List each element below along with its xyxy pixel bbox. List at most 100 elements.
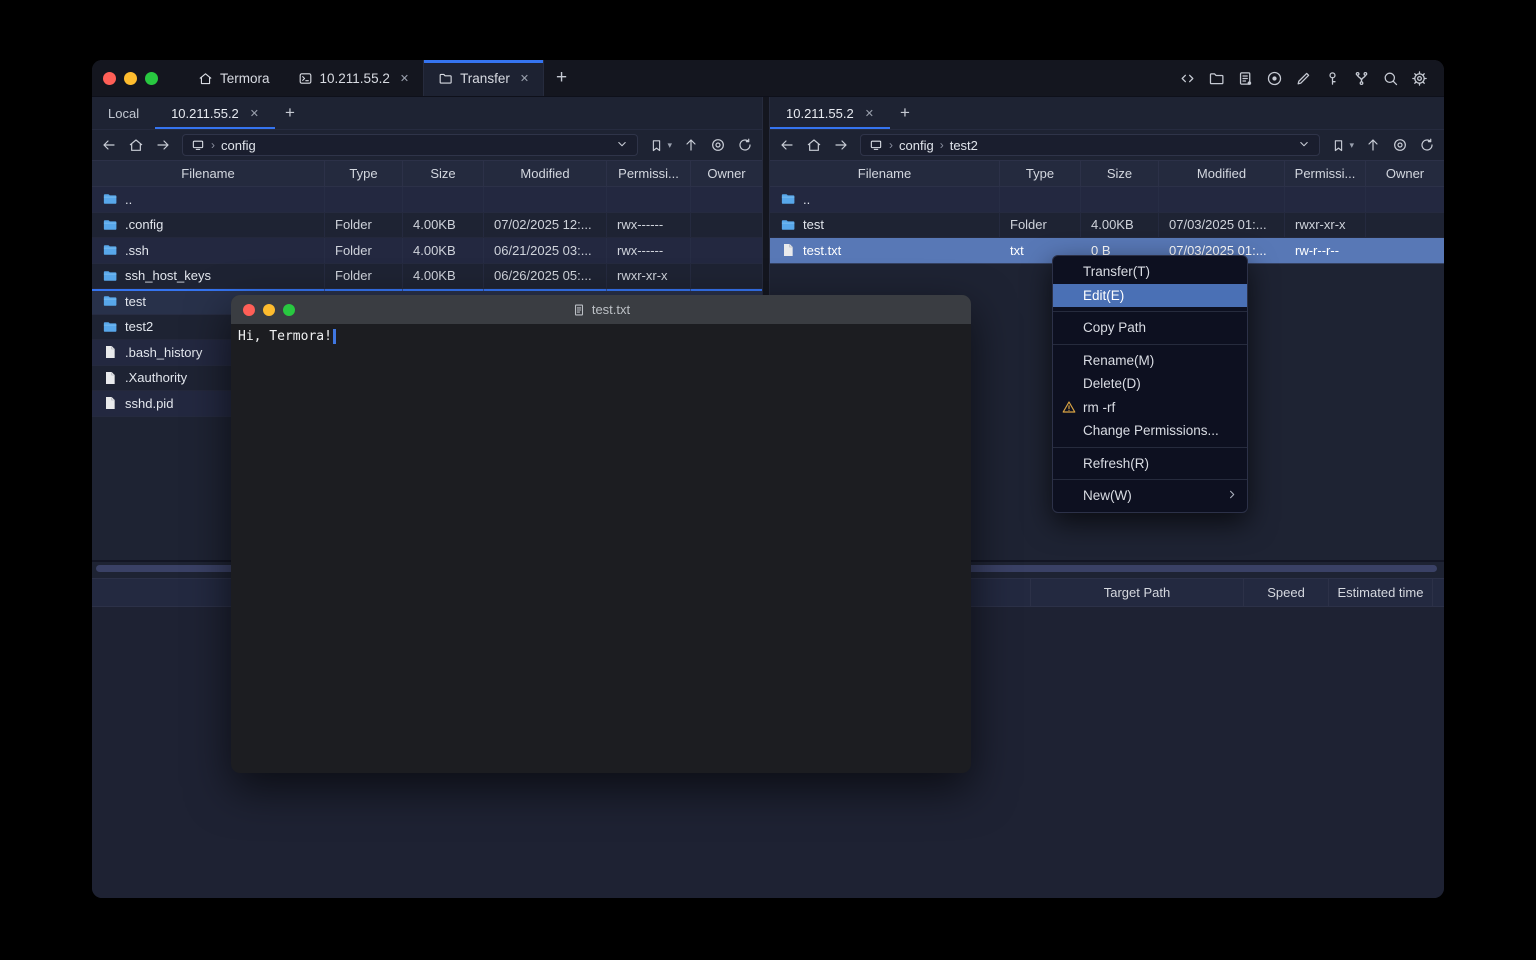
- column-header[interactable]: Speed: [1243, 579, 1328, 606]
- bookmark-button[interactable]: ▾: [1331, 138, 1354, 153]
- column-header[interactable]: Size: [1081, 161, 1159, 186]
- file-permissions: rwxr-xr-x: [1285, 213, 1366, 238]
- new-pane-tab-button[interactable]: +: [890, 97, 920, 129]
- show-hidden-button[interactable]: [1392, 137, 1408, 153]
- keychain-icon[interactable]: [1353, 70, 1370, 87]
- table-row[interactable]: ..: [92, 187, 762, 213]
- record-icon[interactable]: [1266, 70, 1283, 87]
- column-header[interactable]: Type: [325, 161, 403, 186]
- file-owner: [691, 187, 762, 212]
- code-icon[interactable]: [1179, 70, 1196, 87]
- home-button[interactable]: [128, 137, 144, 153]
- tab-label: 10.211.55.2: [786, 106, 854, 121]
- file-type: Folder: [325, 213, 403, 238]
- breadcrumb-sep: ›: [211, 138, 215, 152]
- breadcrumb-sep: ›: [940, 138, 944, 152]
- settings-icon[interactable]: [1411, 70, 1428, 87]
- tab-transfer[interactable]: Transfer ✕: [423, 60, 544, 96]
- column-header[interactable]: Permissi...: [607, 161, 691, 186]
- menu-item-copy-path[interactable]: Copy Path: [1053, 316, 1247, 340]
- folder-icon[interactable]: [1208, 70, 1225, 87]
- back-button[interactable]: [101, 137, 117, 153]
- menu-item-change-permissions[interactable]: Change Permissions...: [1053, 419, 1247, 443]
- column-header[interactable]: Owner: [691, 161, 762, 186]
- bookmark-icon: [1331, 138, 1346, 153]
- key-icon[interactable]: [1324, 70, 1341, 87]
- breadcrumb-segment[interactable]: test2: [950, 138, 978, 153]
- close-icon[interactable]: ✕: [400, 72, 409, 85]
- file-type: [1000, 187, 1081, 212]
- new-tab-button[interactable]: +: [544, 60, 579, 96]
- column-header[interactable]: Type: [1000, 161, 1081, 186]
- terminal-icon: [298, 71, 313, 86]
- file-permissions: rwx------: [607, 238, 691, 263]
- column-header[interactable]: Target Path: [1030, 579, 1243, 606]
- filename: ..: [803, 192, 810, 207]
- tab-remote-host[interactable]: 10.211.55.2 ✕: [770, 97, 890, 129]
- chevron-right-icon: [1225, 487, 1239, 504]
- zoom-window-button[interactable]: [145, 72, 158, 85]
- file-icon: [102, 395, 118, 411]
- menu-item-transfer[interactable]: Transfer(T): [1053, 260, 1247, 284]
- column-header[interactable]: Modified: [484, 161, 607, 186]
- path-input[interactable]: › config › test2: [860, 134, 1320, 156]
- column-header[interactable]: Filename: [92, 161, 325, 186]
- zoom-window-button[interactable]: [283, 304, 295, 316]
- home-button[interactable]: [806, 137, 822, 153]
- menu-item-edit[interactable]: Edit(E): [1053, 284, 1247, 308]
- menu-item-delete[interactable]: Delete(D): [1053, 372, 1247, 396]
- back-button[interactable]: [779, 137, 795, 153]
- close-icon[interactable]: ✕: [865, 107, 874, 120]
- upload-button[interactable]: [1365, 137, 1381, 153]
- titlebar-actions: [1179, 60, 1444, 96]
- column-header[interactable]: Filename: [770, 161, 1000, 186]
- forward-button[interactable]: [833, 137, 849, 153]
- close-icon[interactable]: ✕: [250, 107, 259, 120]
- document-icon: [572, 303, 586, 317]
- table-row[interactable]: ..: [770, 187, 1444, 213]
- tab-host[interactable]: 10.211.55.2 ✕: [284, 60, 424, 96]
- table-row[interactable]: .ssh Folder 4.00KB 06/21/2025 03:... rwx…: [92, 238, 762, 264]
- bookmark-button[interactable]: ▾: [649, 138, 672, 153]
- breadcrumb-segment[interactable]: config: [221, 138, 256, 153]
- show-hidden-button[interactable]: [710, 137, 726, 153]
- menu-item-rename[interactable]: Rename(M): [1053, 349, 1247, 373]
- upload-button[interactable]: [683, 137, 699, 153]
- tab-termora[interactable]: Termora: [184, 60, 284, 96]
- new-pane-tab-button[interactable]: +: [275, 97, 305, 129]
- minimize-window-button[interactable]: [263, 304, 275, 316]
- column-header[interactable]: Modified: [1159, 161, 1285, 186]
- column-header[interactable]: Permissi...: [1285, 161, 1366, 186]
- table-row[interactable]: test Folder 4.00KB 07/03/2025 01:... rwx…: [770, 213, 1444, 239]
- path-input[interactable]: › config: [182, 134, 638, 156]
- computer-icon: [191, 138, 205, 152]
- close-icon[interactable]: ✕: [520, 72, 529, 85]
- menu-item-new[interactable]: New(W): [1053, 484, 1247, 508]
- refresh-button[interactable]: [1419, 137, 1435, 153]
- column-header[interactable]: Size: [403, 161, 484, 186]
- forward-button[interactable]: [155, 137, 171, 153]
- close-window-button[interactable]: [243, 304, 255, 316]
- file-size: 4.00KB: [403, 238, 484, 263]
- close-window-button[interactable]: [103, 72, 116, 85]
- table-row[interactable]: .config Folder 4.00KB 07/02/2025 12:... …: [92, 213, 762, 239]
- menu-item-refresh[interactable]: Refresh(R): [1053, 452, 1247, 476]
- log-icon[interactable]: [1237, 70, 1254, 87]
- chevron-down-icon[interactable]: [615, 137, 629, 154]
- menu-item-rm-rf[interactable]: rm -rf: [1053, 396, 1247, 420]
- chevron-down-icon[interactable]: [1297, 137, 1311, 154]
- file-icon: [102, 344, 118, 360]
- table-row[interactable]: ssh_host_keys Folder 4.00KB 06/26/2025 0…: [92, 264, 762, 290]
- filename: test: [125, 294, 146, 309]
- editor-content[interactable]: Hi, Termora!: [231, 324, 971, 349]
- search-icon[interactable]: [1382, 70, 1399, 87]
- column-header[interactable]: Estimated time: [1328, 579, 1432, 606]
- editor-titlebar[interactable]: test.txt: [231, 295, 971, 324]
- minimize-window-button[interactable]: [124, 72, 137, 85]
- tab-remote-host[interactable]: 10.211.55.2 ✕: [155, 97, 275, 129]
- column-header[interactable]: Owner: [1366, 161, 1444, 186]
- refresh-button[interactable]: [737, 137, 753, 153]
- breadcrumb-segment[interactable]: config: [899, 138, 934, 153]
- tab-local[interactable]: Local: [92, 97, 155, 129]
- pencil-icon[interactable]: [1295, 70, 1312, 87]
